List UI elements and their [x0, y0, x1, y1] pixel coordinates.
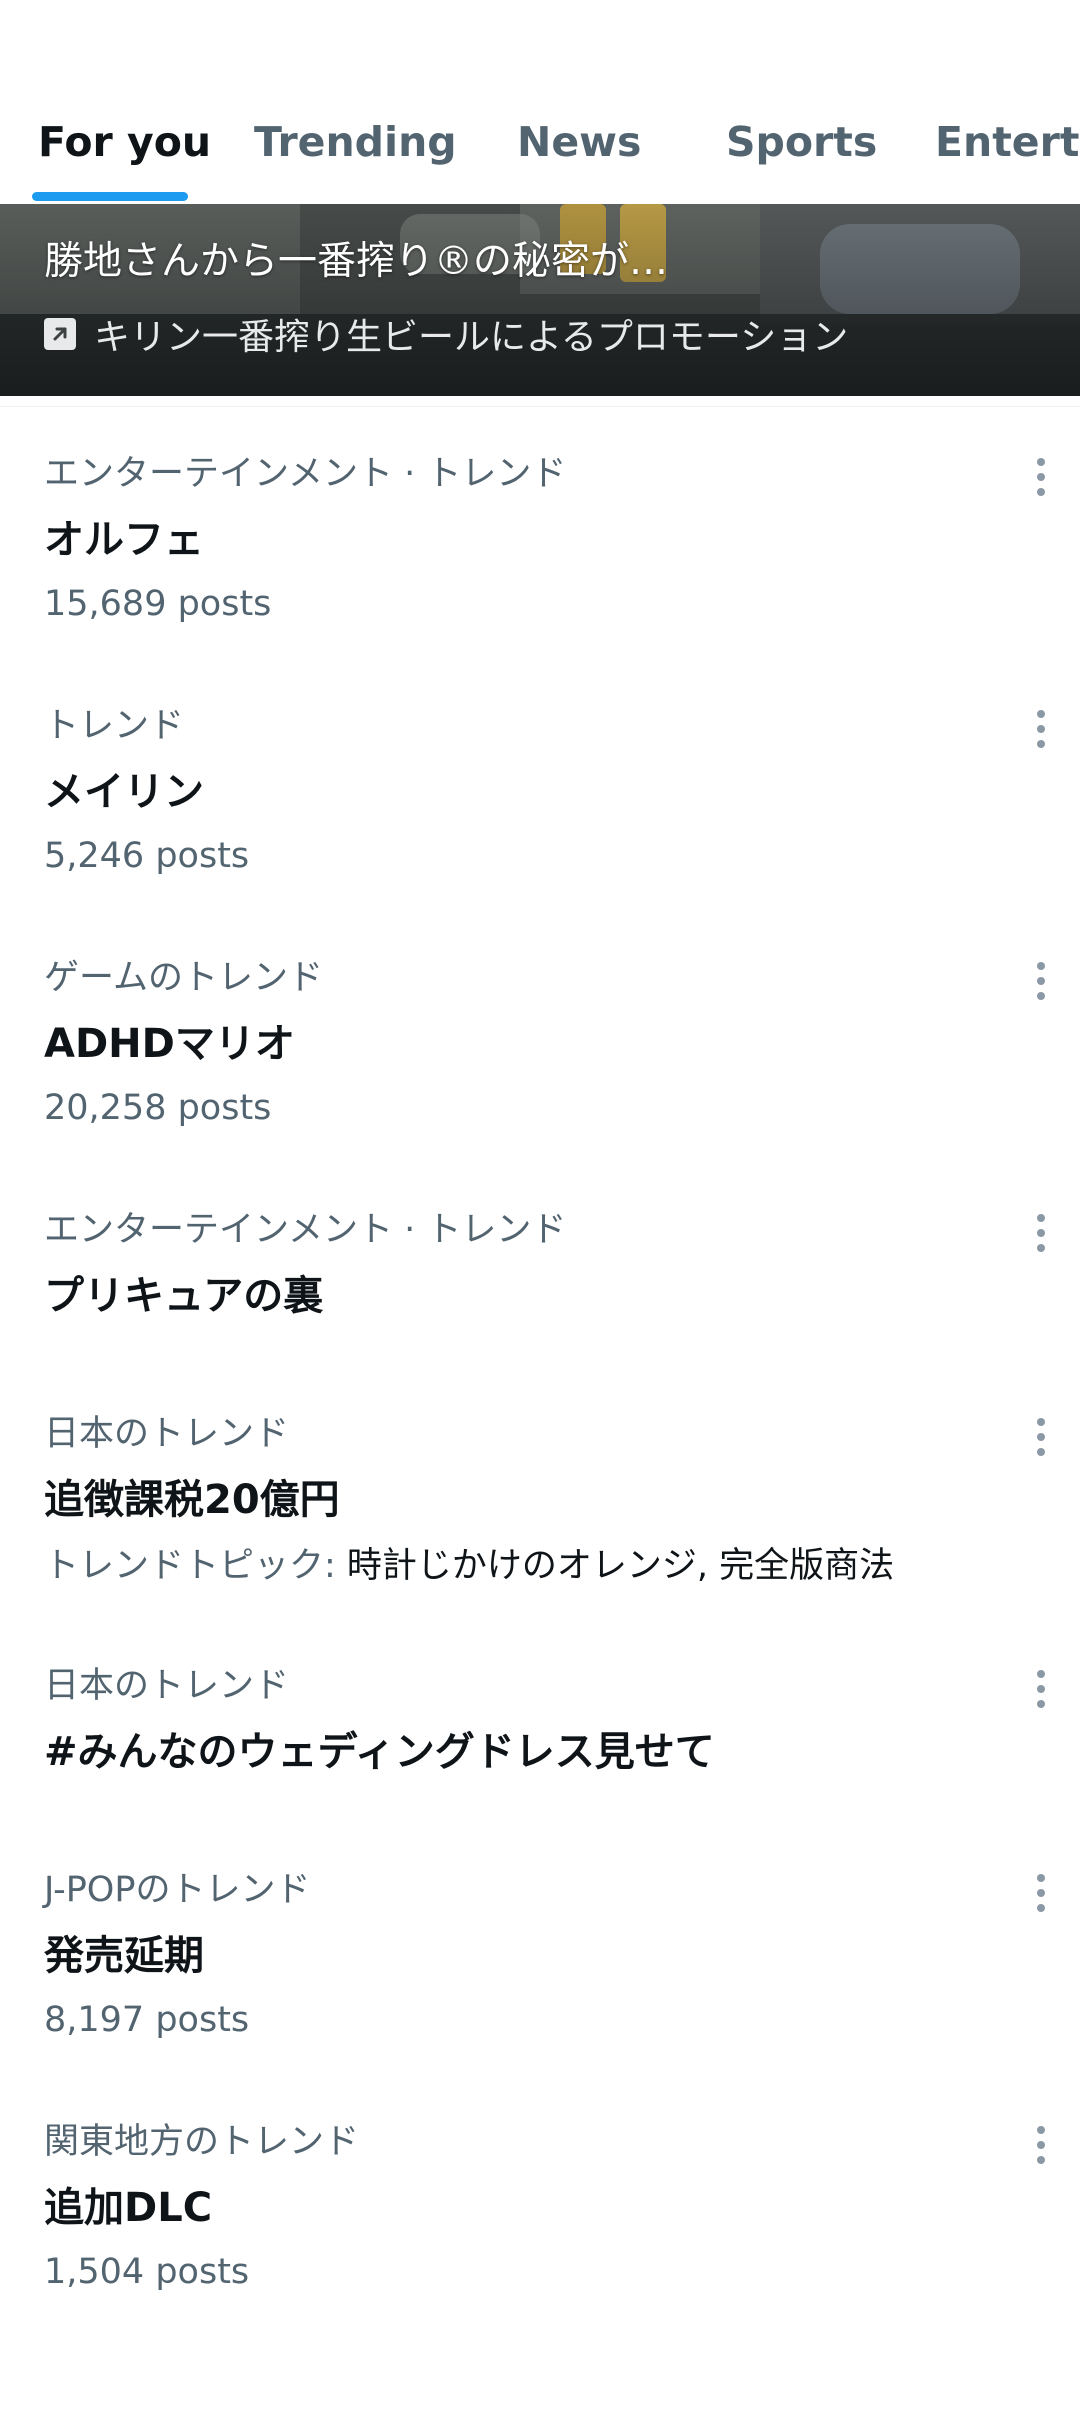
tab-for-you[interactable]: For you	[38, 112, 211, 172]
tab-sports[interactable]: Sports	[726, 112, 877, 172]
trend-category: エンターテインメント · トレンド	[44, 1210, 567, 1250]
promoted-arrow-icon	[44, 318, 76, 350]
tab-entertainment[interactable]: Entertainment	[935, 112, 1080, 172]
trend-category: 関東地方のトレンド	[44, 2122, 360, 2162]
tab-trending[interactable]: Trending	[254, 112, 457, 172]
trend-topics: トレンドトピック: 時計じかけのオレンジ, 完全版商法	[44, 1544, 894, 1588]
active-tab-indicator	[32, 192, 188, 201]
divider	[0, 406, 1080, 407]
trend-post-count: 1,504 posts	[44, 2252, 250, 2292]
trend-category: J-POPのトレンド	[44, 1870, 311, 1910]
trend-category: トレンド	[44, 706, 185, 746]
trend-item[interactable]: トレンド メイリン 5,246 posts	[0, 692, 1080, 912]
tab-news[interactable]: News	[517, 112, 641, 172]
tab-bar: For you Trending News Sports Entertainme…	[0, 0, 1080, 204]
trend-topic-value: 時計じかけのオレンジ, 完全版商法	[346, 1546, 895, 1586]
trend-item[interactable]: エンターテインメント · トレンド オルフェ 15,689 posts	[0, 440, 1080, 660]
more-vertical-icon[interactable]	[1016, 1412, 1066, 1462]
trend-name: ADHDマリオ	[44, 1021, 295, 1067]
promo-sponsor-text: キリン一番搾り生ビールによるプロモーション	[94, 317, 849, 358]
more-vertical-icon[interactable]	[1016, 704, 1066, 754]
trend-item[interactable]: ゲームのトレンド ADHDマリオ 20,258 posts	[0, 944, 1080, 1164]
trend-item[interactable]: J-POPのトレンド 発売延期 8,197 posts	[0, 1856, 1080, 2076]
trend-category: ゲームのトレンド	[44, 958, 323, 998]
trend-name: 追加DLC	[44, 2185, 213, 2231]
trend-category: エンターテインメント · トレンド	[44, 454, 567, 494]
trend-name: #みんなのウェディングドレス見せて	[44, 1729, 715, 1775]
trend-category: 日本のトレンド	[44, 1414, 290, 1454]
more-vertical-icon[interactable]	[1016, 452, 1066, 502]
more-vertical-icon[interactable]	[1016, 1868, 1066, 1918]
promo-headline: 勝地さんから一番搾り®の秘密が…	[44, 239, 669, 284]
trend-name: メイリン	[44, 769, 204, 815]
more-vertical-icon[interactable]	[1016, 956, 1066, 1006]
trend-name: 発売延期	[44, 1933, 204, 1979]
trend-name: プリキュアの裏	[44, 1273, 324, 1319]
more-vertical-icon[interactable]	[1016, 1208, 1066, 1258]
trend-post-count: 5,246 posts	[44, 836, 250, 876]
trend-name: 追徴課税20億円	[44, 1477, 340, 1523]
promo-sponsor-line: キリン一番搾り生ビールによるプロモーション	[44, 310, 848, 358]
trend-item[interactable]: 日本のトレンド 追徴課税20億円 トレンドトピック: 時計じかけのオレンジ, 完…	[0, 1400, 1080, 1620]
trend-topic-label: トレンドトピック:	[44, 1546, 347, 1586]
trend-name: オルフェ	[44, 517, 204, 563]
trend-item[interactable]: エンターテインメント · トレンド プリキュアの裏	[0, 1196, 1080, 1366]
trend-category: 日本のトレンド	[44, 1666, 290, 1706]
more-vertical-icon[interactable]	[1016, 1664, 1066, 1714]
trend-post-count: 20,258 posts	[44, 1088, 272, 1128]
trend-item[interactable]: 関東地方のトレンド 追加DLC 1,504 posts	[0, 2108, 1080, 2328]
trend-item[interactable]: 日本のトレンド #みんなのウェディングドレス見せて	[0, 1652, 1080, 1822]
more-vertical-icon[interactable]	[1016, 2120, 1066, 2170]
trend-post-count: 15,689 posts	[44, 584, 272, 624]
promoted-trend-banner[interactable]: 勝地さんから一番搾り®の秘密が… キリン一番搾り生ビールによるプロモーション	[0, 204, 1080, 396]
trend-post-count: 8,197 posts	[44, 2000, 250, 2040]
